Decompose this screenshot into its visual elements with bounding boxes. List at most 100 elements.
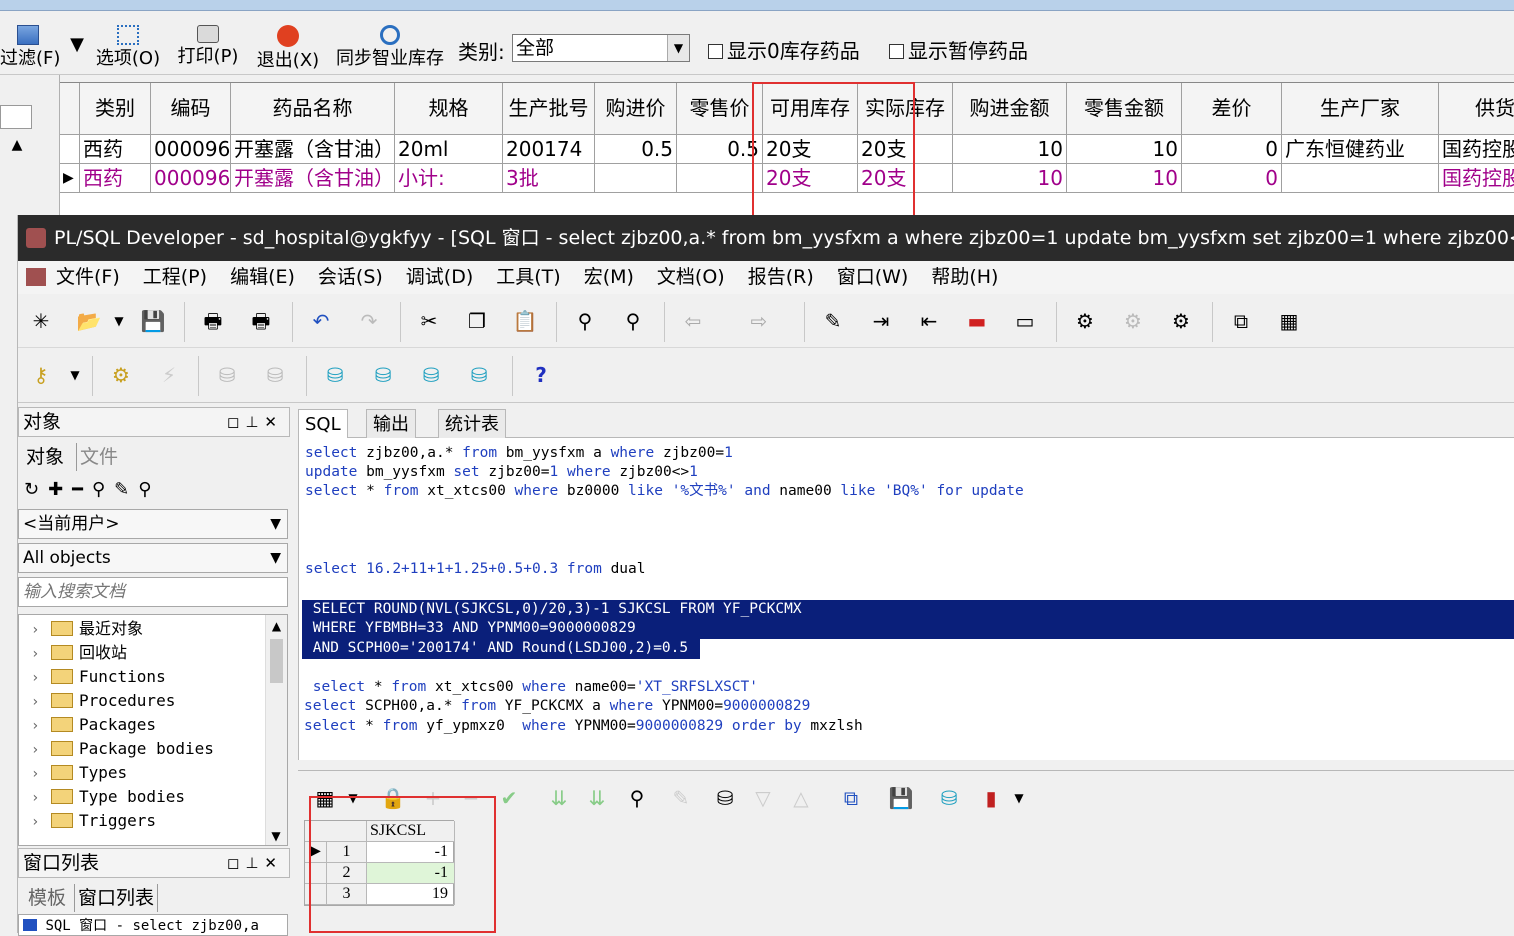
tree-item[interactable]: › Functions (31, 665, 166, 689)
menu-session[interactable]: 会话(S) (318, 261, 383, 294)
query-by-example-icon[interactable]: ⛁ (712, 785, 738, 811)
menu-file[interactable]: 文件(F) (56, 261, 120, 294)
new-connection-icon[interactable]: ⛁ (322, 362, 348, 388)
cell[interactable]: 西药 (80, 135, 151, 163)
cell[interactable] (677, 164, 763, 192)
sort-asc-icon[interactable]: △ (788, 785, 814, 811)
redo-icon[interactable]: ↷ (356, 308, 382, 334)
tree-item[interactable]: › Type bodies (31, 785, 185, 809)
compile-all-icon[interactable]: ⚙ (1168, 308, 1194, 334)
col-header[interactable]: 生产厂家 (1282, 83, 1439, 134)
link-icon[interactable]: ⧉ (838, 785, 864, 811)
cell[interactable]: 0 (1182, 135, 1282, 163)
cell[interactable]: 0000960 (151, 135, 231, 163)
cell[interactable]: 10 (1067, 135, 1182, 163)
print-icon[interactable]: 🖶 (200, 308, 226, 334)
open-folder-icon[interactable]: 📂 (76, 308, 102, 334)
panel-controls-icon[interactable]: ◻⊥✕ (227, 408, 283, 436)
scroll-up-icon[interactable]: ▲ (266, 615, 287, 637)
print-button[interactable]: 打印(P) (174, 25, 242, 75)
cell[interactable]: 0.5 (595, 135, 677, 163)
menu-window[interactable]: 窗口(W) (837, 261, 909, 294)
object-filter-combo[interactable]: All objects ▼ (18, 543, 288, 573)
sql-window-icon[interactable]: ⛁ (370, 362, 396, 388)
tab-sql[interactable]: SQL (298, 409, 348, 438)
cell[interactable]: 国药控股 (1439, 164, 1514, 192)
cell[interactable]: 开塞露（含甘油） (231, 164, 395, 192)
find-next-icon[interactable]: ⚲ (620, 308, 646, 334)
command-window-icon[interactable]: ⛁ (418, 362, 444, 388)
filter-dropdown[interactable]: ▼ (64, 35, 90, 85)
cell[interactable]: 0.5 (677, 135, 763, 163)
col-header[interactable]: 零售金额 (1067, 83, 1182, 134)
user-combo[interactable]: <当前用户> ▼ (18, 509, 288, 539)
tree-item[interactable]: › Triggers (31, 809, 156, 833)
menu-reports[interactable]: 报告(R) (748, 261, 814, 294)
fetch-next-icon[interactable]: ⇊ (546, 785, 572, 811)
tab-objects[interactable]: 对象 (26, 443, 64, 471)
col-header[interactable]: 购进金额 (953, 83, 1067, 134)
cell[interactable]: 10 (1067, 164, 1182, 192)
cell[interactable]: 开塞露（含甘油） (231, 135, 395, 163)
col-header[interactable]: 零售价 (677, 83, 763, 134)
key-icon[interactable]: ⚷ (28, 362, 54, 388)
menu-edit[interactable]: 编辑(E) (230, 261, 295, 294)
back-icon[interactable]: ⇦ (680, 308, 706, 334)
cell[interactable]: 3批 (503, 164, 595, 192)
show-zero-stock-checkbox[interactable]: 显示0库存药品 (708, 35, 860, 64)
cut-icon[interactable]: ✂ (416, 308, 442, 334)
fetch-last-icon[interactable]: ⇊ (584, 785, 610, 811)
tree-item[interactable]: › Procedures (31, 689, 175, 713)
cell[interactable]: 0000960 (151, 164, 231, 192)
tree-item[interactable]: › Types (31, 761, 127, 785)
exit-button[interactable]: 退出(X) (254, 25, 322, 75)
cell[interactable]: 20ml (395, 135, 503, 163)
report-window-icon[interactable]: ⛁ (466, 362, 492, 388)
copy-icon[interactable]: ❐ (464, 308, 490, 334)
scroll-thumb[interactable] (270, 639, 283, 683)
unindent-icon[interactable]: ⇤ (916, 308, 942, 334)
chevron-down-icon[interactable]: ▼ (62, 362, 88, 388)
cell[interactable] (595, 164, 677, 192)
col-header[interactable]: 购进价 (595, 83, 677, 134)
tab-window-list[interactable]: 窗口列表 (74, 884, 159, 912)
col-header[interactable]: 编码 (151, 83, 231, 134)
tree-item[interactable]: › Package bodies (31, 737, 214, 761)
post-icon[interactable]: ✔ (496, 785, 522, 811)
panel-controls-icon[interactable]: ◻⊥✕ (227, 849, 283, 877)
col-header[interactable]: 药品名称 (231, 83, 395, 134)
scroll-down-icon[interactable]: ▼ (266, 829, 286, 843)
object-actions-icons[interactable]: ↻✚━⚲✎⚲ (24, 479, 160, 500)
chevron-down-icon[interactable]: ▼ (106, 308, 132, 334)
uncomment-icon[interactable]: ▭ (1012, 308, 1038, 334)
col-header[interactable]: 类别 (80, 83, 151, 134)
options-button[interactable]: 选项(O) (94, 25, 162, 75)
col-header[interactable]: 供货 (1439, 83, 1514, 134)
cell[interactable] (1282, 164, 1439, 192)
tree-item[interactable]: › 最近对象 (31, 617, 143, 641)
menu-debug[interactable]: 调试(D) (406, 261, 473, 294)
tree-item[interactable]: › Packages (31, 713, 156, 737)
bg-left-input[interactable] (0, 105, 32, 129)
cell[interactable]: 10 (953, 164, 1067, 192)
break-icon[interactable]: ⚡ (156, 362, 182, 388)
tab-output[interactable]: 输出 (366, 409, 416, 438)
paste-icon[interactable]: 📋 (512, 308, 538, 334)
find-icon[interactable]: ⚲ (624, 785, 650, 811)
compile-disabled-icon[interactable]: ⚙ (1120, 308, 1146, 334)
cell[interactable]: 0 (1182, 164, 1282, 192)
category-select[interactable]: 全部 ▼ (512, 34, 690, 62)
sync-stock-button[interactable]: 同步智业库存 (334, 25, 446, 75)
cell[interactable]: 西药 (80, 164, 151, 192)
help-icon[interactable]: ? (528, 362, 554, 388)
menu-help[interactable]: 帮助(H) (931, 261, 998, 294)
menu-document[interactable]: 文档(O) (657, 261, 725, 294)
chart-icon[interactable]: ▮ (978, 785, 1004, 811)
save-icon[interactable]: 💾 (888, 785, 914, 811)
rollback-icon[interactable]: ⛁ (262, 362, 288, 388)
comment-icon[interactable]: ▬ (964, 308, 990, 334)
tab-statistics[interactable]: 统计表 (438, 409, 506, 438)
tab-files[interactable]: 文件 (76, 443, 118, 471)
menu-tools[interactable]: 工具(T) (496, 261, 560, 294)
tree-scrollbar[interactable]: ▲ ▼ (265, 615, 287, 845)
